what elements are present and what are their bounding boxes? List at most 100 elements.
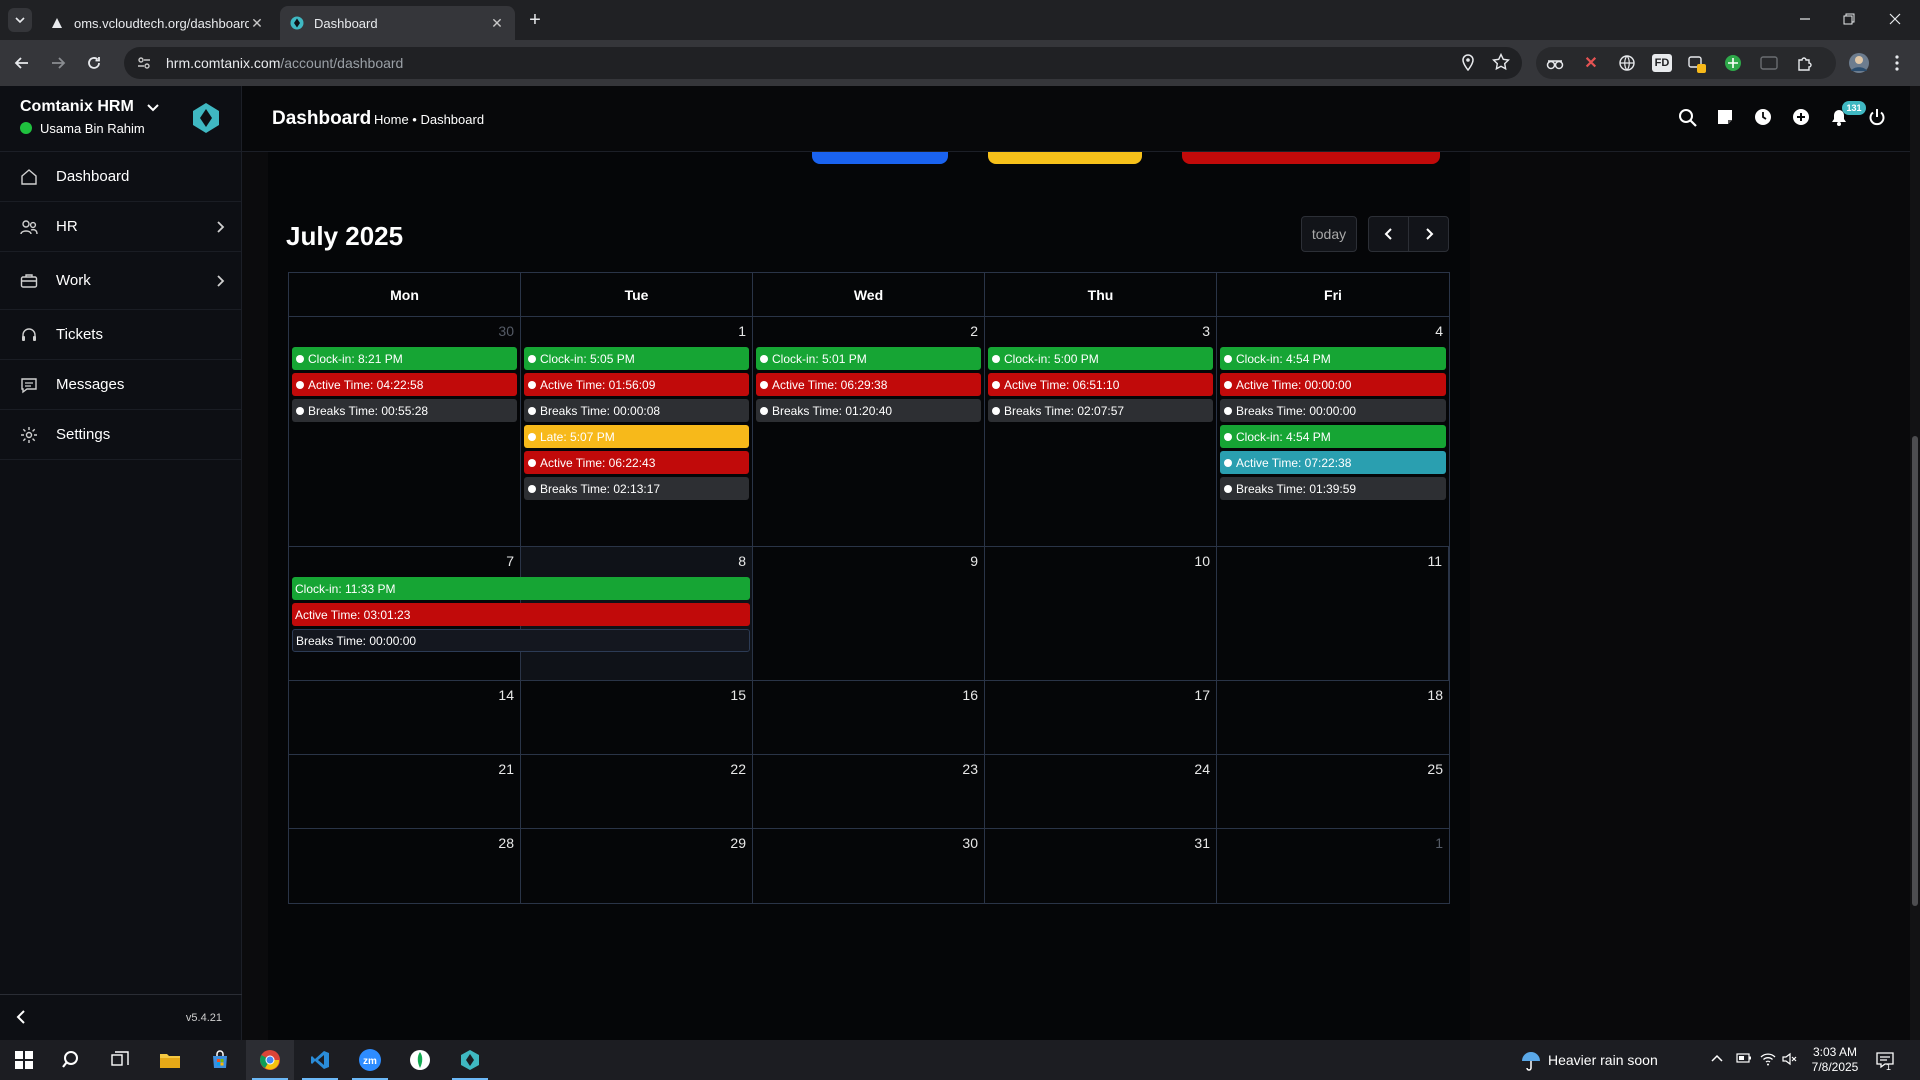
calendar-event[interactable]: Clock-in: 4:54 PM	[1220, 425, 1446, 448]
day-number[interactable]: 30	[962, 835, 978, 851]
windows-start-icon[interactable]	[0, 1040, 48, 1080]
calendar-event[interactable]: Breaks Time: 01:20:40	[756, 399, 981, 422]
calendar-day-cell[interactable]: 4 Clock-in: 4:54 PM Active Time: 00:00:00 B…	[1217, 317, 1449, 546]
wifi-icon[interactable]	[1760, 1052, 1776, 1068]
search-icon[interactable]	[48, 1040, 96, 1080]
calendar-event[interactable]: Active Time: 06:29:38	[756, 373, 981, 396]
taskbar-clock[interactable]: 3:03 AM 7/8/2025	[1810, 1045, 1860, 1075]
breadcrumb[interactable]: Home • Dashboard	[374, 112, 484, 127]
calendar-event[interactable]: Active Time: 00:00:00	[1220, 373, 1446, 396]
calendar-day-cell[interactable]: 1 Clock-in: 5:05 PM Active Time: 01:56:09 B…	[521, 317, 753, 546]
day-number[interactable]: 1	[1435, 835, 1443, 851]
screen-extension-icon[interactable]	[1758, 52, 1780, 74]
calendar-event[interactable]: Breaks Time: 00:00:08	[524, 399, 749, 422]
add-circle-icon[interactable]	[1792, 108, 1812, 128]
calendar-event[interactable]: Breaks Time: 00:00:00	[1220, 399, 1446, 422]
calendar-event[interactable]: Active Time: 01:56:09	[524, 373, 749, 396]
minimize-window-icon[interactable]	[1794, 8, 1816, 30]
comtanix-app-icon[interactable]	[446, 1040, 494, 1080]
reload-icon[interactable]	[82, 51, 106, 75]
calendar-event[interactable]: Breaks Time: 00:00:00	[292, 629, 750, 652]
calendar-day-cell[interactable]: 30 Clock-in: 8:21 PM Active Time: 04:22:58…	[289, 317, 521, 546]
green-shield-extension-icon[interactable]	[1722, 52, 1744, 74]
new-tab-plus-icon[interactable]: +	[524, 10, 546, 32]
day-number[interactable]: 2	[970, 323, 978, 339]
badge-extension-icon[interactable]	[1686, 52, 1708, 74]
notes-icon[interactable]	[1716, 108, 1736, 128]
calendar-event[interactable]: Clock-in: 11:33 PM	[292, 577, 750, 600]
day-number[interactable]: 11	[1427, 553, 1442, 569]
volume-muted-icon[interactable]	[1782, 1052, 1798, 1068]
sidebar-item-hr[interactable]: HR	[0, 202, 241, 252]
battery-icon[interactable]	[1736, 1052, 1752, 1068]
next-month-button[interactable]	[1408, 216, 1449, 252]
calendar-day-cell[interactable]: 23	[753, 755, 985, 828]
today-button[interactable]: today	[1301, 216, 1357, 252]
calendar-day-cell[interactable]: 30	[753, 829, 985, 903]
day-number[interactable]: 22	[730, 761, 746, 777]
calendar-event[interactable]: Clock-in: 5:05 PM	[524, 347, 749, 370]
day-number[interactable]: 25	[1427, 761, 1443, 777]
calendar-event[interactable]: Clock-in: 5:01 PM	[756, 347, 981, 370]
store-icon[interactable]	[196, 1040, 244, 1080]
sidebar-item-dashboard[interactable]: Dashboard	[0, 152, 241, 202]
calendar-day-cell[interactable]: 10	[985, 547, 1217, 680]
calendar-day-cell[interactable]: 29	[521, 829, 753, 903]
fd-extension-icon[interactable]: FD	[1652, 54, 1672, 72]
calendar-day-cell[interactable]: 14	[289, 681, 521, 754]
profile-avatar-icon[interactable]	[1848, 52, 1870, 74]
bookmark-star-icon[interactable]	[1492, 53, 1512, 73]
calendar-event[interactable]: Clock-in: 4:54 PM	[1220, 347, 1446, 370]
close-tab-icon[interactable]: ✕	[489, 15, 505, 31]
calendar-event[interactable]: Breaks Time: 02:13:17	[524, 477, 749, 500]
sidebar-item-settings[interactable]: Settings	[0, 410, 241, 460]
calendar-event[interactable]: Active Time: 04:22:58	[292, 373, 517, 396]
day-number[interactable]: 29	[730, 835, 746, 851]
day-number[interactable]: 24	[1194, 761, 1210, 777]
site-info-icon[interactable]	[136, 55, 152, 71]
previous-month-button[interactable]	[1368, 216, 1409, 252]
calendar-day-cell[interactable]: 31	[985, 829, 1217, 903]
forward-arrow-icon[interactable]	[46, 51, 70, 75]
close-x-extension-icon[interactable]: ✕	[1580, 52, 1602, 74]
address-bar[interactable]: hrm.comtanix.com/account/dashboard	[124, 47, 1522, 79]
zoom-icon[interactable]: zm	[346, 1040, 394, 1080]
day-number[interactable]: 3	[1202, 323, 1210, 339]
calendar-event[interactable]: Breaks Time: 02:07:57	[988, 399, 1213, 422]
page-scrollbar[interactable]	[1910, 86, 1920, 1040]
day-number[interactable]: 9	[970, 553, 978, 569]
search-icon[interactable]	[1678, 108, 1698, 128]
mongodb-compass-icon[interactable]	[396, 1040, 444, 1080]
calendar-day-cell[interactable]: 9	[753, 547, 985, 680]
umbrella-rain-icon[interactable]	[1520, 1050, 1542, 1072]
calendar-day-cell[interactable]: 11	[1217, 547, 1449, 680]
day-number[interactable]: 23	[962, 761, 978, 777]
file-explorer-icon[interactable]	[146, 1040, 194, 1080]
calendar-event[interactable]: Breaks Time: 01:39:59	[1220, 477, 1446, 500]
calendar-event[interactable]: Late: 5:07 PM	[524, 425, 749, 448]
calendar-event[interactable]: Active Time: 06:22:43	[524, 451, 749, 474]
calendar-day-cell[interactable]: 1	[1217, 829, 1449, 903]
power-icon[interactable]	[1868, 108, 1888, 128]
sidebar-item-work[interactable]: Work	[0, 252, 241, 310]
day-number[interactable]: 18	[1427, 687, 1443, 703]
day-number[interactable]: 21	[498, 761, 514, 777]
puzzle-extensions-icon[interactable]	[1794, 52, 1816, 74]
calendar-day-cell[interactable]: 17	[985, 681, 1217, 754]
weather-text[interactable]: Heavier rain soon	[1548, 1052, 1658, 1068]
clock-icon[interactable]	[1754, 108, 1774, 128]
sidebar-item-messages[interactable]: Messages	[0, 360, 241, 410]
chevron-down-icon[interactable]	[146, 100, 160, 114]
calendar-event[interactable]: Active Time: 07:22:38	[1220, 451, 1446, 474]
day-number[interactable]: 31	[1194, 835, 1210, 851]
calendar-event[interactable]: Clock-in: 5:00 PM	[988, 347, 1213, 370]
scrollbar-thumb[interactable]	[1912, 436, 1918, 906]
vscode-icon[interactable]	[296, 1040, 344, 1080]
calendar-event[interactable]: Active Time: 03:01:23	[292, 603, 750, 626]
restore-window-icon[interactable]	[1838, 8, 1860, 30]
calendar-day-cell[interactable]: 2 Clock-in: 5:01 PM Active Time: 06:29:38 B…	[753, 317, 985, 546]
close-tab-icon[interactable]: ✕	[249, 15, 265, 31]
calendar-event[interactable]: Clock-in: 8:21 PM	[292, 347, 517, 370]
day-number[interactable]: 15	[730, 687, 746, 703]
browser-tab-oms[interactable]: oms.vcloudtech.org/dashboard ✕	[40, 6, 275, 40]
